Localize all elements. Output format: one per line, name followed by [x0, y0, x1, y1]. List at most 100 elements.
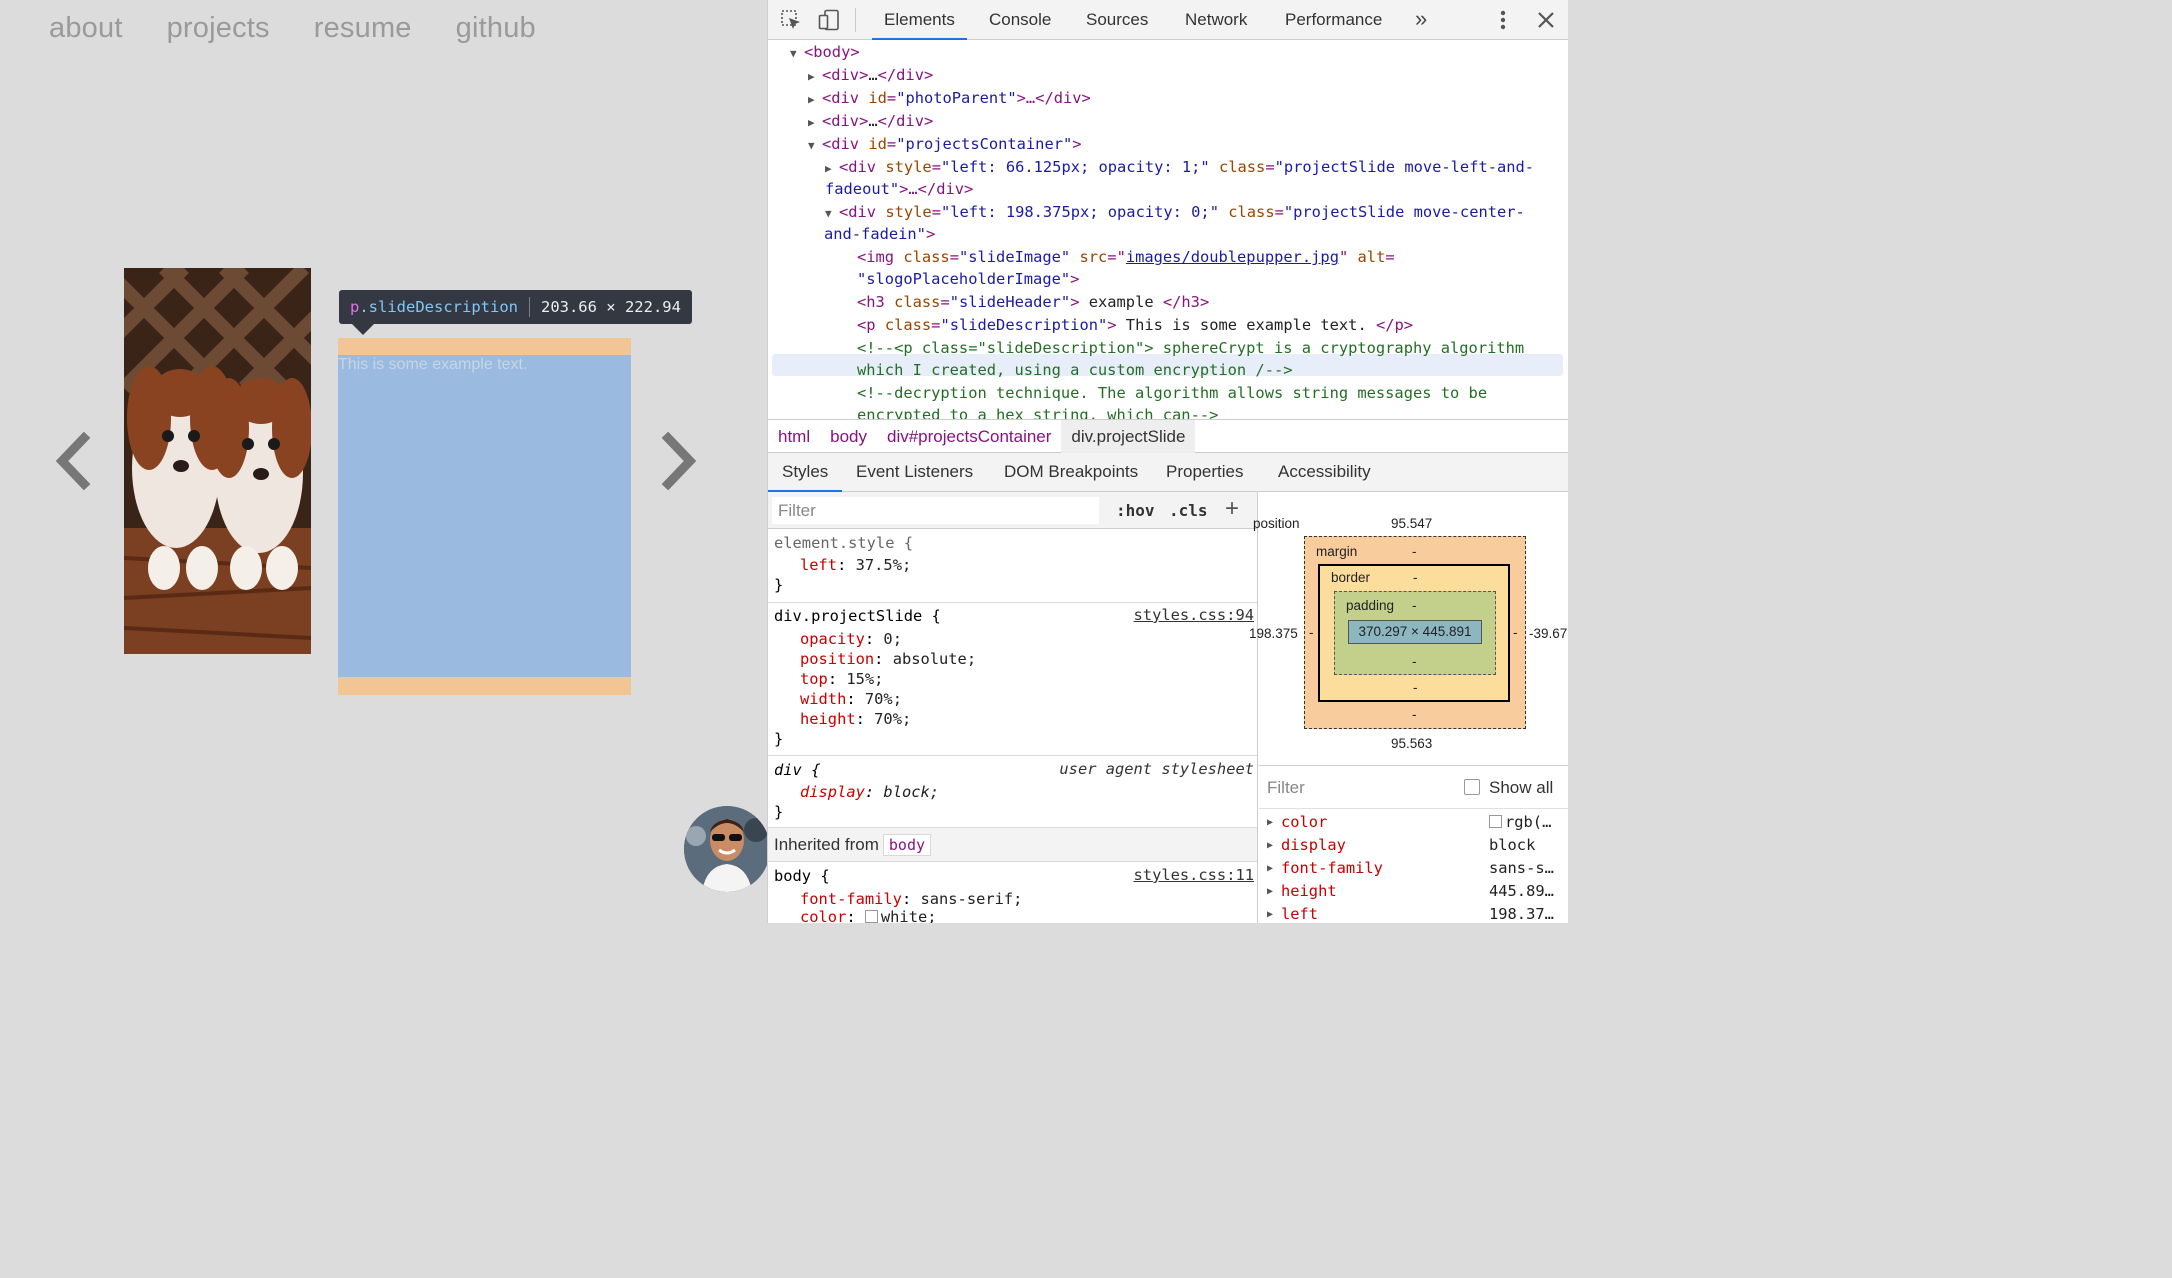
padding-top-value[interactable]: - [1412, 598, 1417, 613]
tab-event-listeners[interactable]: Event Listeners [856, 453, 973, 492]
nav-about-link[interactable]: about [49, 12, 123, 45]
computed-row-font-family[interactable]: ▶ font-family sans-s… [1259, 857, 1568, 880]
margin-bottom-value[interactable]: - [1412, 707, 1417, 722]
padding-bottom-value[interactable]: - [1412, 654, 1417, 669]
decl-font-family[interactable]: font-family: sans-serif; [800, 889, 1022, 909]
body-selector[interactable]: body { [774, 866, 830, 886]
body-source-link[interactable]: styles.css:11 [1134, 866, 1254, 884]
tab-properties[interactable]: Properties [1166, 453, 1243, 492]
dom-node-slide-1-cont: fadeout">…</div> [825, 180, 974, 198]
nav-resume-link[interactable]: resume [314, 12, 412, 45]
tab-network[interactable]: Network [1185, 0, 1247, 40]
dom-comment-2-cont: encrypted to a hex string, which can--> [857, 406, 1219, 419]
nav-github-link[interactable]: github [456, 12, 536, 45]
hov-toggle[interactable]: :hov [1116, 492, 1155, 529]
position-label: position [1253, 516, 1300, 531]
inherited-from-header: Inherited from body [768, 828, 1257, 862]
margin-right-value[interactable]: - [1513, 625, 1518, 640]
decl-width[interactable]: width: 70%; [800, 689, 902, 709]
highlight-content-overlay [338, 355, 631, 677]
position-bottom-value[interactable]: 95.563 [1391, 736, 1432, 751]
dom-node-photo-parent[interactable]: ▶ <div id="photoParent">…</div> [808, 87, 1091, 111]
dom-node-p-selected[interactable]: <p class="slideDescription"> This is som… [857, 314, 1413, 336]
chevron-left-icon[interactable] [52, 431, 92, 491]
styles-filter-bar: Filter :hov .cls + [768, 492, 1257, 529]
box-model-diagram: position 95.547 198.375 -39.67 95.563 ma… [1249, 492, 1568, 765]
margin-top-value[interactable]: - [1412, 544, 1417, 559]
position-right-value[interactable]: -39.67 [1529, 626, 1567, 641]
position-left-value[interactable]: 198.375 [1249, 626, 1298, 641]
decl-top[interactable]: top: 15%; [800, 669, 883, 689]
new-rule-button[interactable]: + [1225, 495, 1239, 523]
dom-node-div[interactable]: ▶ <div>…</div> [808, 64, 933, 88]
inspect-tooltip: p .slideDescription 203.66 × 222.94 [339, 290, 692, 324]
decl-position[interactable]: position: absolute; [800, 649, 976, 669]
computed-row-height[interactable]: ▶ height 445.89… [1259, 880, 1568, 903]
dom-node-img[interactable]: <img class="slideImage" src="images/doub… [857, 246, 1395, 268]
dom-node-slide-2[interactable]: ▼ <div style="left: 198.375px; opacity: 0… [825, 201, 1525, 225]
computed-row-display[interactable]: ▶ display block [1259, 834, 1568, 857]
breadcrumb-html[interactable]: html [768, 420, 820, 453]
inspect-element-icon[interactable] [780, 9, 802, 36]
dom-node-div-2[interactable]: ▶ <div>…</div> [808, 110, 933, 134]
padding-label: padding [1346, 598, 1395, 613]
avatar[interactable] [684, 806, 767, 892]
nav-projects-link[interactable]: projects [167, 12, 270, 45]
cls-toggle[interactable]: .cls [1169, 492, 1208, 529]
color-swatch[interactable] [864, 910, 878, 923]
dom-node-img-cont: "slogoPlaceholderImage"> [857, 270, 1080, 288]
breadcrumb-projects-container[interactable]: div#projectsContainer [877, 420, 1061, 453]
border-bottom-value[interactable]: - [1413, 680, 1418, 695]
styles-filter-input[interactable]: Filter [772, 497, 1099, 524]
decl-display: display: block; [800, 783, 940, 801]
tooltip-dimensions: 203.66 × 222.94 [540, 298, 681, 316]
tab-console[interactable]: Console [989, 0, 1051, 40]
chevron-right-icon[interactable] [660, 431, 700, 491]
styles-source-link[interactable]: styles.css:94 [1134, 606, 1254, 624]
inherited-element-link[interactable]: body [882, 834, 932, 856]
content-size-value[interactable]: 370.297 × 445.891 [1359, 624, 1472, 639]
show-all-label: Show all [1489, 778, 1554, 797]
close-icon[interactable] [1534, 8, 1558, 37]
border-top-value[interactable]: - [1413, 570, 1418, 585]
dom-node-body[interactable]: ▼ <body> [790, 41, 860, 65]
project-slide-selector[interactable]: div.projectSlide { [774, 606, 941, 626]
more-tabs-button[interactable]: » [1415, 0, 1427, 40]
tab-sources[interactable]: Sources [1086, 0, 1148, 40]
tab-accessibility[interactable]: Accessibility [1278, 453, 1371, 492]
dom-node-projects-container[interactable]: ▼ <div id="projectsContainer"> [808, 133, 1082, 157]
decl-color[interactable]: color: white; [800, 907, 937, 923]
element-style-left-decl[interactable]: left: 37.5%; [800, 555, 911, 575]
tab-elements[interactable]: Elements [872, 0, 967, 40]
content-box[interactable]: 370.297 × 445.891 [1348, 620, 1482, 644]
dom-comment-2[interactable]: <!--decryption technique. The algorithm … [857, 382, 1487, 404]
breadcrumb-project-slide[interactable]: div.projectSlide [1061, 419, 1196, 453]
kebab-menu-icon[interactable] [1498, 8, 1508, 37]
ua-selector: div { [774, 761, 821, 779]
tab-performance[interactable]: Performance [1285, 0, 1382, 40]
dom-comment-1-cont: which I created, using a custom encrypti… [857, 361, 1293, 379]
tab-dom-breakpoints[interactable]: DOM Breakpoints [1004, 453, 1138, 492]
devtools-toolbar: Elements Console Sources Network Perform… [768, 0, 1568, 40]
margin-left-value[interactable]: - [1309, 625, 1314, 640]
dom-node-slide-2-cont: and-fadein"> [824, 225, 936, 243]
decl-height[interactable]: height: 70%; [800, 709, 911, 729]
brace: } [774, 803, 784, 821]
breadcrumb-body[interactable]: body [820, 420, 877, 453]
tooltip-tag: p [350, 298, 360, 316]
show-all-checkbox[interactable]: Show all [1464, 778, 1553, 798]
computed-row-color[interactable]: ▶ color rgb(… [1259, 811, 1568, 834]
tab-styles[interactable]: Styles [768, 453, 843, 492]
inspected-page: about projects resume github This is som… [0, 0, 767, 923]
img-src-link[interactable]: images/doublepupper.jpg [1126, 248, 1339, 266]
dom-node-slide-1[interactable]: ▶ <div style="left: 66.125px; opacity: 1;… [825, 156, 1534, 180]
computed-row-left[interactable]: ▶ left 198.37… [1259, 903, 1568, 923]
decl-opacity[interactable]: opacity: 0; [800, 629, 902, 649]
device-toolbar-icon[interactable] [818, 9, 840, 36]
computed-filter-input[interactable]: Filter [1267, 778, 1305, 798]
elements-subtabs: Styles Event Listeners DOM Breakpoints P… [768, 453, 1568, 492]
dom-node-h3[interactable]: <h3 class="slideHeader"> example </h3> [857, 291, 1209, 313]
devtools-panel: Elements Console Sources Network Perform… [767, 0, 1568, 923]
dom-comment-1[interactable]: <!--<p class="slideDescription"> sphereC… [857, 337, 1524, 359]
position-top-value[interactable]: 95.547 [1391, 516, 1432, 531]
